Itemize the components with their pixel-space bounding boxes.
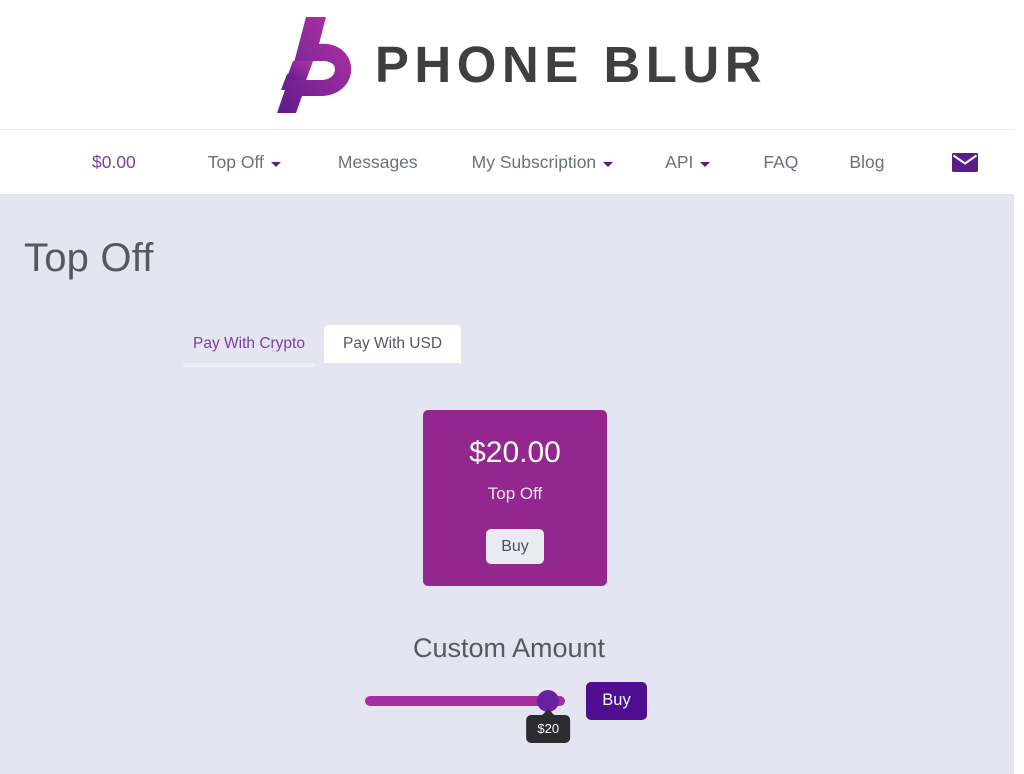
nav-api-label: API [665,151,694,172]
main-navigation: $0.00 Top Off Messages My Subscription A… [0,130,1014,194]
nav-balance-label: $0.00 [92,151,136,172]
page-root: PHONE BLUR $0.00 Top Off Messages My Sub… [0,0,1014,774]
nav-faq[interactable]: FAQ [763,152,798,173]
nav-balance[interactable]: $0.00 [92,152,136,173]
tab-underline [183,363,315,367]
brand-header: PHONE BLUR [0,0,1014,130]
nav-top-off-label: Top Off [207,151,264,172]
tab-pay-with-usd[interactable]: Pay With USD [323,325,462,363]
nav-my-subscription-label: My Subscription [471,151,597,172]
custom-amount-buy-button[interactable]: Buy [586,682,647,720]
custom-amount-title: Custom Amount [412,633,606,663]
amount-card-price: $20.00 [469,436,561,469]
envelope-icon [952,152,979,172]
brand-wordmark: PHONE BLUR [374,36,768,93]
chevron-down-icon [700,161,711,167]
amount-card-label: Top Off [487,484,543,503]
nav-items: $0.00 Top Off Messages My Subscription A… [92,152,1014,173]
amount-card-buy-button[interactable]: Buy [486,529,544,564]
nav-my-subscription[interactable]: My Subscription [472,152,614,173]
nav-api[interactable]: API [665,151,711,173]
amount-card-row: $20.00 Top Off Buy [32,410,998,586]
browser-viewport: PHONE BLUR $0.00 Top Off Messages My Sub… [0,0,1024,774]
chevron-down-icon [270,161,281,167]
slider-value-tooltip: $20 [526,715,571,743]
slider-track[interactable] [365,696,566,706]
custom-amount-row: $20 Buy [23,682,989,743]
nav-top-off[interactable]: Top Off [208,152,281,173]
page-title: Top Off [24,236,154,280]
custom-amount-slider[interactable]: $20 [365,688,571,743]
tab-pay-with-crypto[interactable]: Pay With Crypto [174,325,324,363]
chevron-down-icon [603,161,614,167]
nav-blog[interactable]: Blog [849,152,884,173]
nav-faq-label: FAQ [763,151,799,172]
nav-messages-label: Messages [337,151,418,172]
nav-messages[interactable]: Messages [338,152,418,173]
amount-card-20[interactable]: $20.00 Top Off Buy [423,410,607,586]
payment-method-tabs: Pay With Crypto Pay With USD [174,325,990,367]
nav-messages-icon-link[interactable] [952,152,979,172]
main-content: Top Off Pay With Crypto Pay With USD $20… [0,236,1014,743]
brand-logo-link[interactable]: PHONE BLUR [275,16,768,113]
phoneblur-p-logo-icon [276,16,352,113]
nav-blog-label: Blog [849,151,885,172]
